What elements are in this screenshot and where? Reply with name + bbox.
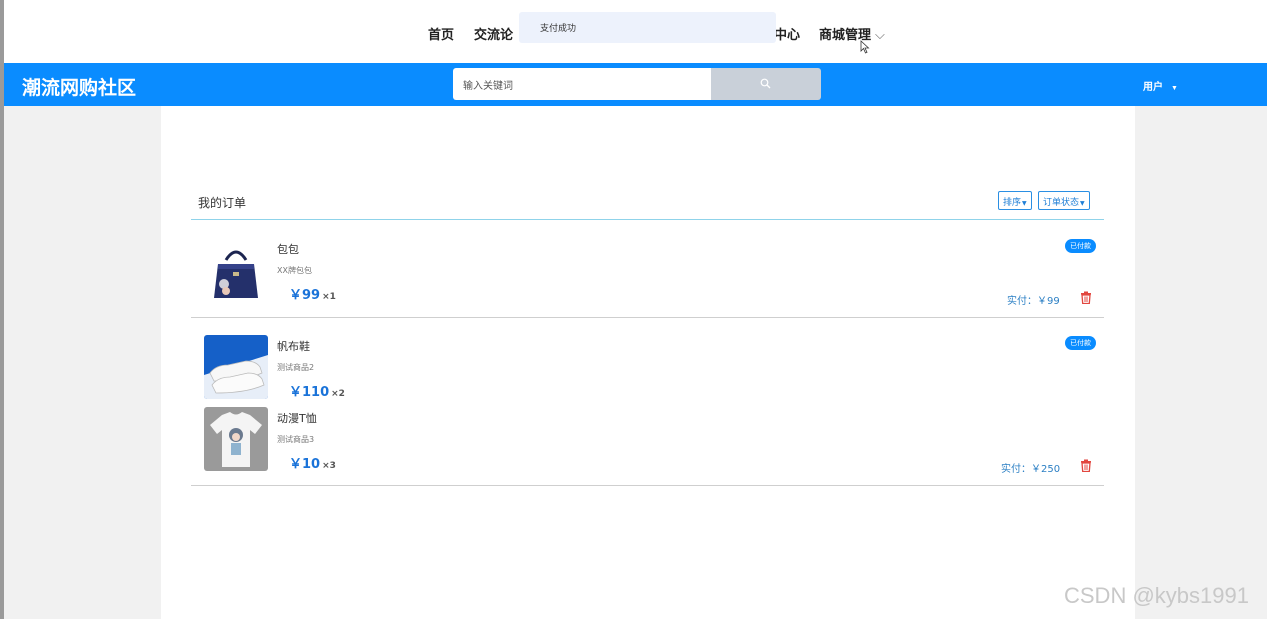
orders-title: 我的订单 — [198, 196, 247, 210]
product-desc: XX牌包包 — [277, 266, 312, 275]
site-title[interactable]: 潮流网购社区 — [22, 73, 136, 100]
product-name[interactable]: 帆布鞋 — [277, 338, 310, 354]
orders-header: 我的订单 排序▼ 订单状态▼ — [191, 186, 1104, 220]
watermark: CSDN @kybs1991 — [1064, 583, 1249, 608]
nav-personal-center[interactable]: 中心 — [774, 24, 800, 43]
toast-text: 支付成功 — [540, 24, 577, 34]
product-qty: ×2 — [331, 389, 345, 399]
product-price: ￥10 ×3 — [289, 453, 336, 472]
paid-amount: 实付：￥99 — [1007, 296, 1060, 307]
order-status-label: 订单状态 — [1043, 198, 1080, 208]
product-image-tshirt[interactable] — [204, 407, 268, 471]
caret-down-icon: ▼ — [1171, 85, 1178, 92]
user-menu[interactable]: 用户 ▼ — [1143, 78, 1178, 93]
price-value: ￥99 — [289, 288, 321, 303]
user-label: 用户 — [1143, 82, 1163, 93]
product-price: ￥110 ×2 — [289, 381, 345, 400]
product-name[interactable]: 包包 — [277, 241, 299, 257]
order-card: 包包 XX牌包包 ￥99 ×1 已付款 实付：￥99 — [191, 220, 1104, 318]
nav-home[interactable]: 首页 — [428, 24, 454, 43]
search-icon — [760, 78, 771, 89]
mouse-cursor-icon — [860, 40, 870, 54]
trash-icon[interactable] — [1080, 291, 1092, 304]
product-image-handbag[interactable] — [204, 238, 268, 302]
caret-down-icon: ▼ — [1080, 200, 1085, 207]
paid-amount: 实付：￥250 — [1001, 464, 1061, 475]
order-card: 帆布鞋 测试商品2 ￥110 ×2 动漫T恤 测试商品3 ￥10 ×3 已付款 实付… — [191, 318, 1104, 486]
price-value: ￥10 — [289, 457, 321, 472]
product-qty: ×3 — [322, 461, 336, 471]
search-input[interactable]: 输入关键词 — [453, 68, 711, 100]
product-desc: 测试商品3 — [277, 435, 315, 444]
status-badge: 已付款 — [1065, 239, 1096, 253]
order-status-dropdown[interactable]: 订单状态▼ — [1038, 191, 1090, 210]
nav-mall-management[interactable]: 商城管理 ⌵ — [819, 24, 885, 43]
product-desc: 测试商品2 — [277, 363, 315, 372]
product-price: ￥99 ×1 — [289, 284, 336, 303]
product-name[interactable]: 动漫T恤 — [277, 410, 317, 426]
status-badge: 已付款 — [1065, 336, 1096, 350]
search-button[interactable] — [711, 68, 821, 100]
caret-down-icon: ▼ — [1022, 200, 1027, 207]
sort-label: 排序 — [1003, 198, 1022, 208]
price-value: ￥110 — [289, 385, 330, 400]
product-image-sneakers[interactable] — [204, 335, 268, 399]
sort-dropdown[interactable]: 排序▼ — [998, 191, 1032, 210]
search-placeholder: 输入关键词 — [463, 81, 513, 92]
product-qty: ×1 — [322, 292, 336, 302]
order-item[interactable]: 帆布鞋 测试商品2 ￥110 ×2 — [204, 335, 904, 401]
toast-message: 支付成功 — [519, 12, 776, 43]
nav-forum[interactable]: 交流论 — [474, 24, 513, 43]
order-item[interactable]: 包包 XX牌包包 ￥99 ×1 — [204, 238, 904, 304]
order-item[interactable]: 动漫T恤 测试商品3 ￥10 ×3 — [204, 407, 904, 473]
chevron-down-icon: ⌵ — [875, 27, 885, 42]
trash-icon[interactable] — [1080, 459, 1092, 472]
